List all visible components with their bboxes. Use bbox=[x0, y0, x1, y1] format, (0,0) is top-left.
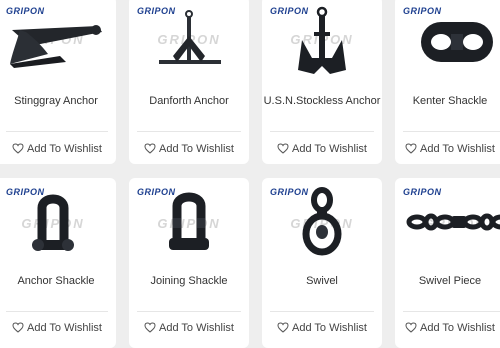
wishlist-label: Add To Wishlist bbox=[420, 143, 495, 155]
divider bbox=[270, 131, 374, 132]
add-to-wishlist-button[interactable]: Add To Wishlist bbox=[262, 322, 382, 334]
product-name[interactable]: Joining Shackle bbox=[129, 275, 249, 287]
heart-outline-icon bbox=[277, 322, 289, 333]
product-name[interactable]: Kenter Shackle bbox=[395, 95, 500, 107]
product-card[interactable]: GRIPON GRIPON Kenter Shackle Add To Wish… bbox=[395, 0, 500, 164]
product-card[interactable]: GRIPON GRIPON U.S.N.Stockless Anchor Add… bbox=[262, 0, 382, 164]
product-name[interactable]: Swivel Piece bbox=[395, 275, 500, 287]
product-name[interactable]: U.S.N.Stockless Anchor bbox=[262, 95, 382, 107]
add-to-wishlist-button[interactable]: Add To Wishlist bbox=[129, 143, 249, 155]
divider bbox=[137, 131, 241, 132]
wishlist-label: Add To Wishlist bbox=[420, 322, 495, 334]
product-name[interactable]: Swivel bbox=[262, 275, 382, 287]
kenter-shackle-image bbox=[421, 22, 493, 62]
wishlist-label: Add To Wishlist bbox=[292, 143, 367, 155]
wishlist-label: Add To Wishlist bbox=[159, 322, 234, 334]
add-to-wishlist-button[interactable]: Add To Wishlist bbox=[395, 143, 500, 155]
stockless-anchor-image bbox=[298, 6, 346, 74]
product-name[interactable]: Danforth Anchor bbox=[129, 95, 249, 107]
anchor-shackle-image bbox=[32, 194, 74, 251]
heart-outline-icon bbox=[12, 143, 24, 154]
product-card[interactable]: GRIPON GRIPON Anchor Shackle Add To Wish… bbox=[0, 178, 116, 348]
heart-outline-icon bbox=[144, 322, 156, 333]
stingray-anchor-image bbox=[10, 25, 102, 68]
divider bbox=[6, 131, 108, 132]
add-to-wishlist-button[interactable]: Add To Wishlist bbox=[0, 143, 116, 155]
heart-outline-icon bbox=[405, 322, 417, 333]
heart-outline-icon bbox=[12, 322, 24, 333]
divider bbox=[403, 311, 500, 312]
wishlist-label: Add To Wishlist bbox=[292, 322, 367, 334]
divider bbox=[403, 131, 500, 132]
product-card[interactable]: GRIPON GRIPON Danforth Anchor Add To Wis… bbox=[129, 0, 249, 164]
heart-outline-icon bbox=[144, 143, 156, 154]
product-card[interactable]: GRIPON GRIPON Swivel Add To Wishlist bbox=[262, 178, 382, 348]
product-card[interactable]: GRIPON GRIPON Joining Shackle Add To Wis… bbox=[129, 178, 249, 348]
divider bbox=[137, 311, 241, 312]
add-to-wishlist-button[interactable]: Add To Wishlist bbox=[262, 143, 382, 155]
product-card[interactable]: GRIPON GRIPON Stinggray Anchor Add To Wi… bbox=[0, 0, 116, 164]
danforth-anchor-image bbox=[159, 10, 221, 64]
add-to-wishlist-button[interactable]: Add To Wishlist bbox=[395, 322, 500, 334]
joining-shackle-image bbox=[169, 192, 209, 250]
wishlist-label: Add To Wishlist bbox=[27, 143, 102, 155]
heart-outline-icon bbox=[405, 143, 417, 154]
heart-outline-icon bbox=[277, 143, 289, 154]
product-name[interactable]: Stinggray Anchor bbox=[0, 95, 116, 107]
add-to-wishlist-button[interactable]: Add To Wishlist bbox=[129, 322, 249, 334]
swivel-piece-image bbox=[406, 213, 500, 231]
swivel-image bbox=[302, 187, 342, 256]
product-name[interactable]: Anchor Shackle bbox=[0, 275, 116, 287]
product-card[interactable]: GRIPON GRIPON Swivel Piece Add To Wishli… bbox=[395, 178, 500, 348]
wishlist-label: Add To Wishlist bbox=[159, 143, 234, 155]
divider bbox=[270, 311, 374, 312]
divider bbox=[6, 311, 108, 312]
add-to-wishlist-button[interactable]: Add To Wishlist bbox=[0, 322, 116, 334]
wishlist-label: Add To Wishlist bbox=[27, 322, 102, 334]
